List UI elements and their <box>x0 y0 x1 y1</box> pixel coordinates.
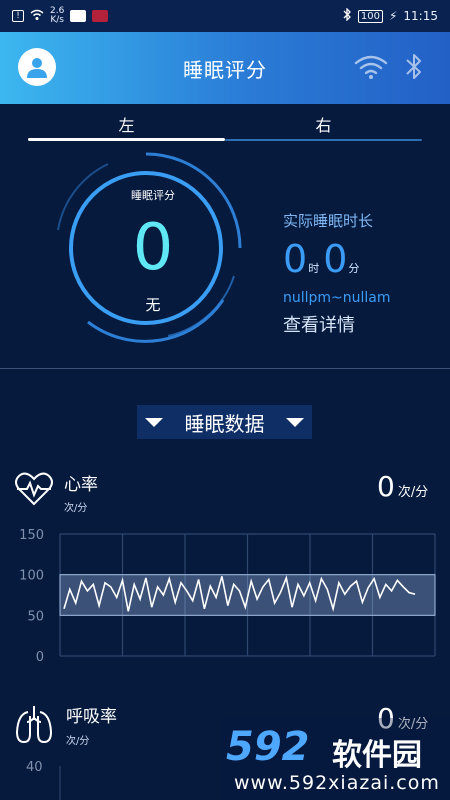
duration-hours-unit: 时 <box>308 262 320 275</box>
sleep-duration: 0 时 0 分 <box>283 237 363 281</box>
app-notification-icon-2 <box>92 10 109 22</box>
notification-icon: ! <box>12 10 24 22</box>
status-right: 100 ⚡ 11:15 <box>343 7 438 24</box>
y-tick-label: 100 <box>19 569 44 584</box>
speed-unit: K/s <box>50 15 64 25</box>
network-speed: 2.6 K/s <box>50 7 64 25</box>
heart-rate-unit-small: 次/分 <box>64 503 88 514</box>
heart-rate-chart: 150 100 50 0 <box>19 528 436 665</box>
sleep-time-range: nullpm~nullam <box>283 290 391 306</box>
y-tick-label: 0 <box>36 650 44 665</box>
sleep-data-toggle[interactable]: 睡眠数据 <box>137 405 312 439</box>
status-bar: ! 2.6 K/s 100 ⚡ 11:15 <box>0 0 450 32</box>
heart-rate-title: 心率 <box>64 475 98 495</box>
divider <box>0 368 450 369</box>
wifi-icon[interactable] <box>354 54 388 84</box>
duration-title: 实际睡眠时长 <box>283 212 374 230</box>
y-tick-label: 150 <box>19 528 44 543</box>
bluetooth-icon[interactable] <box>404 52 424 86</box>
bluetooth-status-icon <box>343 7 352 24</box>
y-tick-label: 50 <box>27 609 44 624</box>
lungs-icon <box>12 702 56 750</box>
y-axis-ticks: 150 100 50 0 <box>19 528 44 665</box>
watermark-brand-text: 软件园 <box>332 738 422 773</box>
wifi-status-icon <box>30 9 44 24</box>
clock: 11:15 <box>403 9 438 23</box>
section-title: 睡眠数据 <box>184 411 265 436</box>
charging-icon: ⚡ <box>388 9 398 23</box>
duration-minutes: 0 <box>323 237 348 281</box>
tab-left[interactable]: 左 <box>28 112 225 136</box>
tab-left-indicator <box>28 138 225 141</box>
respiration-unit-small: 次/分 <box>66 736 90 747</box>
score-grade: 无 <box>145 296 161 314</box>
heart-rate-unit: 次/分 <box>397 485 429 500</box>
respiration-y-tick: 40 <box>26 760 43 775</box>
status-left: ! 2.6 K/s <box>12 7 109 25</box>
page-title: 睡眠评分 <box>183 57 267 82</box>
heart-rate-number: 0 <box>377 470 395 503</box>
battery-indicator: 100 <box>357 9 383 23</box>
triangle-down-icon <box>286 417 304 427</box>
watermark-url: www.592xiazai.com <box>234 772 440 794</box>
duration-hours: 0 <box>283 237 308 281</box>
app-notification-icon <box>70 10 87 22</box>
tab-right[interactable]: 右 <box>225 112 422 136</box>
tab-right-indicator <box>225 139 422 141</box>
duration-minutes-unit: 分 <box>348 262 360 275</box>
avatar-icon[interactable] <box>18 48 56 86</box>
heart-icon <box>14 468 54 512</box>
app-header: 睡眠评分 <box>0 32 450 104</box>
score-label: 睡眠评分 <box>131 189 175 202</box>
watermark-brand-number: 592 <box>226 724 310 770</box>
heart-rate-value: 0 次/分 <box>377 470 428 503</box>
watermark: 592 软件园 www.592xiazai.com <box>222 718 450 800</box>
triangle-down-icon <box>145 417 163 427</box>
side-tabs: 左 右 <box>28 112 422 142</box>
respiration-title: 呼吸率 <box>66 707 117 727</box>
score-value: 0 <box>132 211 174 285</box>
view-details-link[interactable]: 查看详情 <box>283 311 355 337</box>
